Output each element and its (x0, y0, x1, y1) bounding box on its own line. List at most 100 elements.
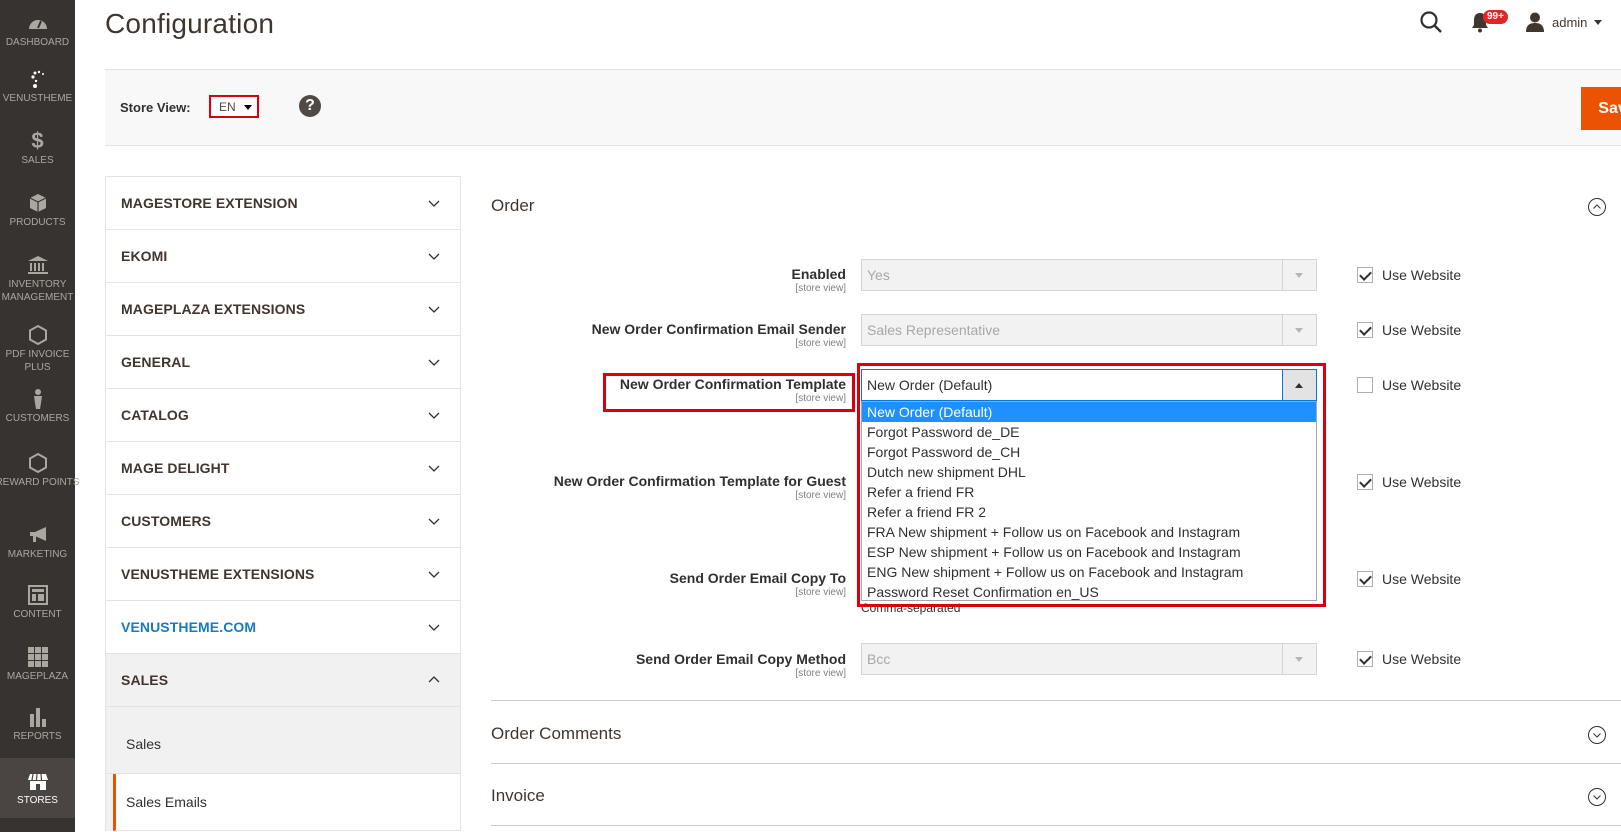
email-sender-select[interactable]: Sales Representative (861, 314, 1317, 346)
collapse-icon[interactable] (1587, 197, 1607, 217)
chevron-down-icon (428, 624, 440, 631)
template-option[interactable]: ESP New shipment + Follow us on Facebook… (862, 542, 1316, 562)
copy-method-select[interactable]: Bcc (861, 643, 1317, 675)
template-option[interactable]: Password Reset Confirmation en_US (862, 582, 1316, 602)
use-website-copy-method[interactable]: Use Website (1357, 651, 1461, 667)
template-option[interactable]: ENG New shipment + Follow us on Facebook… (862, 562, 1316, 582)
enabled-select[interactable]: Yes (861, 259, 1317, 291)
checkbox[interactable] (1357, 474, 1373, 490)
field-label-confirmation-template: New Order Confirmation Template [store v… (506, 376, 846, 404)
checkbox-label: Use Website (1382, 571, 1462, 587)
label-text: Enabled (791, 266, 846, 282)
sales-subtabs: Sales Sales Emails (106, 707, 460, 831)
label-text: New Order Confirmation Email Sender (591, 321, 846, 337)
tab-catalog[interactable]: CATALOG (106, 389, 460, 442)
use-website-confirmation-template[interactable]: Use Website (1357, 377, 1461, 393)
field-label-copy-method: Send Order Email Copy Method [store view… (506, 651, 846, 679)
tab-magestore-extension[interactable]: MAGESTORE EXTENSION (106, 177, 460, 230)
nav-label: MAGEPLAZA (6, 671, 69, 682)
checkbox[interactable] (1357, 322, 1373, 338)
nav-item-products[interactable]: PRODUCTS (0, 192, 75, 229)
nav-item-content[interactable]: CONTENT (0, 584, 75, 621)
use-website-email-sender[interactable]: Use Website (1357, 322, 1461, 338)
nav-item-inventory[interactable]: INVENTORY MANAGEMENT (0, 254, 75, 304)
nav-item-reports[interactable]: REPORTS (0, 706, 75, 743)
expand-icon[interactable] (1587, 725, 1607, 745)
help-icon[interactable]: ? (299, 95, 321, 117)
chevron-down-icon (428, 253, 440, 260)
label-text: Send Order Email Copy Method (635, 651, 846, 667)
nav-item-marketing[interactable]: MARKETING (0, 524, 75, 561)
section-title[interactable]: Order (491, 196, 534, 216)
scope-text: [store view] (795, 490, 846, 501)
store-view-select[interactable]: EN (209, 95, 259, 118)
tab-sales[interactable]: SALES (106, 654, 460, 707)
megaphone-icon (29, 527, 46, 542)
config-tabs: MAGESTORE EXTENSION EKOMI MAGEPLAZA EXTE… (105, 176, 461, 831)
template-option[interactable]: Forgot Password de_CH (862, 442, 1316, 462)
label-text: Send Order Email Copy To (669, 570, 846, 586)
field-label-enabled: Enabled [store view] (506, 266, 846, 294)
checkbox[interactable] (1357, 571, 1373, 587)
tab-customers[interactable]: CUSTOMERS (106, 495, 460, 548)
label-text: New Order Confirmation Template for Gues… (553, 473, 846, 489)
nav-label: DASHBOARD (5, 37, 70, 48)
template-option[interactable]: Forgot Password de_DE (862, 422, 1316, 442)
subtab-sales[interactable]: Sales (106, 707, 460, 774)
use-website-enabled[interactable]: Use Website (1357, 267, 1461, 283)
chevron-up-icon (1282, 370, 1316, 400)
tab-label: SALES (121, 672, 169, 688)
select-value: Bcc (867, 651, 891, 667)
notifications-badge[interactable]: 99+ (1483, 10, 1508, 24)
template-option[interactable]: New Order (Default) (862, 402, 1316, 422)
tab-venustheme-extensions[interactable]: VENUSTHEME EXTENSIONS (106, 548, 460, 601)
dashboard-icon (28, 20, 47, 29)
nav-item-dashboard[interactable]: DASHBOARD (0, 12, 75, 49)
template-option[interactable]: Refer a friend FR (862, 482, 1316, 502)
template-option[interactable]: FRA New shipment + Follow us on Facebook… (862, 522, 1316, 542)
scope-text: [store view] (795, 587, 846, 598)
nav-item-pdf-invoice[interactable]: PDF INVOICE PLUS (0, 324, 75, 374)
nav-label: INVENTORY MANAGEMENT (1, 279, 74, 303)
tab-mage-delight[interactable]: MAGE DELIGHT (106, 442, 460, 495)
admin-sidebar: DASHBOARD VENUSTHEME $ SALES PRODUCTS IN… (0, 0, 80, 832)
nav-label: MARKETING (7, 549, 68, 560)
template-option[interactable]: Dutch new shipment DHL (862, 462, 1316, 482)
use-website-copy-to[interactable]: Use Website (1357, 571, 1461, 587)
search-icon[interactable] (1418, 9, 1444, 35)
select-value: Yes (867, 267, 890, 283)
section-title[interactable]: Invoice (491, 786, 545, 806)
checkbox[interactable] (1357, 651, 1373, 667)
nav-item-sales[interactable]: $ SALES (0, 130, 75, 167)
nav-item-customers[interactable]: CUSTOMERS (0, 388, 75, 425)
checkbox[interactable] (1357, 267, 1373, 283)
tab-mageplaza-extensions[interactable]: MAGEPLAZA EXTENSIONS (106, 283, 460, 336)
section-order-comments: Order Comments (491, 702, 1621, 764)
nav-item-mageplaza[interactable]: MAGEPLAZA (0, 646, 75, 683)
tab-label: MAGEPLAZA EXTENSIONS (121, 301, 306, 317)
checkbox[interactable] (1357, 377, 1373, 393)
chevron-down-icon (428, 306, 440, 313)
checkbox-label: Use Website (1382, 267, 1462, 283)
nav-label: CUSTOMERS (5, 413, 70, 424)
user-icon (1526, 12, 1544, 32)
tab-general[interactable]: GENERAL (106, 336, 460, 389)
chevron-down-icon (1282, 260, 1316, 290)
bar-chart-icon (29, 708, 46, 727)
nav-item-stores[interactable]: STORES (0, 758, 75, 818)
page-title: Configuration (105, 8, 275, 39)
expand-icon[interactable] (1587, 787, 1607, 807)
tab-venustheme-com[interactable]: VENUSTHEME.COM (106, 601, 460, 654)
user-menu[interactable]: admin (1526, 11, 1603, 33)
subtab-sales-emails[interactable]: Sales Emails (113, 774, 460, 831)
nav-item-venustheme[interactable]: VENUSTHEME (0, 68, 75, 105)
tab-label: CUSTOMERS (121, 513, 212, 529)
section-title[interactable]: Order Comments (491, 724, 621, 744)
chevron-down-icon (1594, 19, 1603, 25)
use-website-template-guest[interactable]: Use Website (1357, 474, 1461, 490)
template-option[interactable]: Refer a friend FR 2 (862, 502, 1316, 522)
nav-item-reward-points[interactable]: REWARD POINTS (0, 452, 80, 489)
confirmation-template-select[interactable]: New Order (Default) (861, 369, 1317, 401)
save-config-button[interactable]: Save Config (1581, 87, 1621, 130)
tab-ekomi[interactable]: EKOMI (106, 230, 460, 283)
